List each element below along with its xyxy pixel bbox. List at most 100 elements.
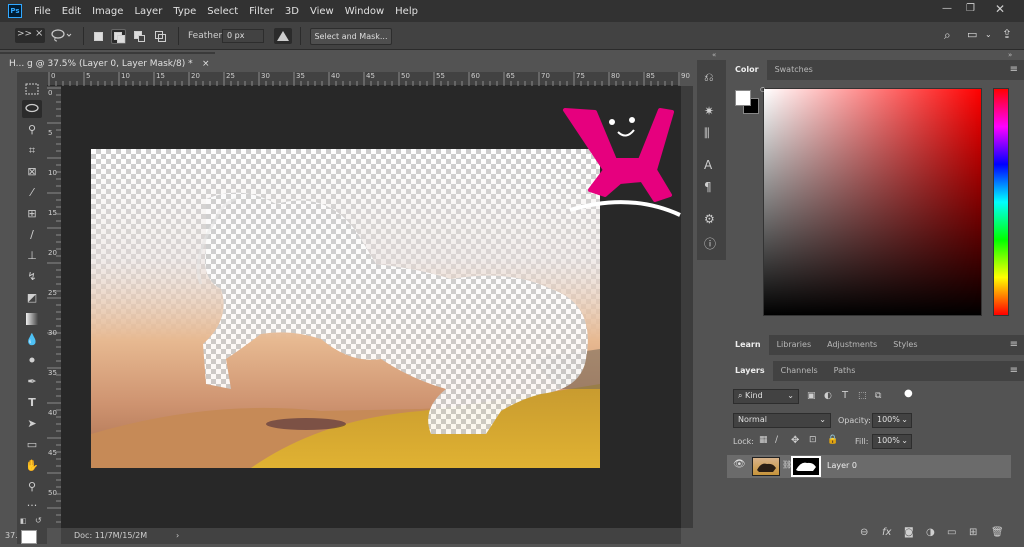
close-document-icon[interactable]: ×	[202, 54, 210, 72]
eyedropper-tool-icon[interactable]: ⁄	[22, 184, 42, 202]
type-tool-icon[interactable]: T	[22, 394, 42, 412]
learn-panel-menu-icon[interactable]: ≡	[1010, 339, 1018, 350]
tab-libraries[interactable]: Libraries	[769, 335, 820, 355]
crop-tool-icon[interactable]: ⌗	[22, 142, 42, 160]
minimize-icon[interactable]: —	[942, 3, 952, 14]
menu-image[interactable]: Image	[92, 6, 123, 17]
path-selection-tool-icon[interactable]: ➤	[22, 415, 42, 433]
search-icon[interactable]: ⌕	[944, 28, 951, 43]
image-canvas[interactable]	[91, 149, 600, 468]
select-and-mask-button[interactable]: Select and Mask...	[310, 28, 392, 45]
close-options-icon[interactable]: ×	[35, 28, 43, 39]
lock-artboard-icon[interactable]: ⊡	[809, 435, 817, 445]
menu-window[interactable]: Window	[345, 6, 384, 17]
add-selection-icon[interactable]	[111, 29, 126, 44]
foreground-color-chip[interactable]	[735, 90, 751, 106]
marquee-tool-icon[interactable]	[22, 80, 42, 98]
blend-mode-select[interactable]: Normal ⌄	[733, 413, 831, 428]
link-layers-icon[interactable]: ⊖	[860, 527, 868, 538]
close-icon[interactable]: ✕	[995, 2, 1005, 16]
character-panel-icon[interactable]: A	[704, 158, 712, 172]
zoom-tool-icon[interactable]: ⚲	[22, 478, 42, 496]
pen-tool-icon[interactable]: ✒	[22, 373, 42, 391]
document-tab[interactable]: H... g @ 37.5% (Layer 0, Layer Mask/8) *…	[0, 52, 215, 72]
menu-file[interactable]: File	[34, 6, 51, 17]
tab-adjustments[interactable]: Adjustments	[819, 335, 885, 355]
tool-preset-picker[interactable]: >> ×	[15, 28, 45, 43]
layer-filter-select[interactable]: ⌕ Kind ⌄	[733, 389, 799, 404]
vertical-scrollbar[interactable]	[681, 86, 693, 528]
healing-brush-tool-icon[interactable]: ⊞	[22, 205, 42, 223]
brush-tool-icon[interactable]: ∕	[22, 226, 42, 244]
eraser-tool-icon[interactable]: ◩	[22, 289, 42, 307]
paragraph-panel-icon[interactable]: ¶	[704, 180, 712, 194]
more-tools-icon[interactable]: ···	[22, 497, 42, 515]
delete-layer-icon[interactable]: 🗑	[991, 527, 1004, 538]
tab-styles[interactable]: Styles	[885, 335, 925, 355]
tab-swatches[interactable]: Swatches	[767, 60, 821, 80]
tab-learn[interactable]: Learn	[727, 335, 769, 355]
fill-input[interactable]: 100% ⌄	[872, 434, 912, 449]
history-panel-icon[interactable]: ⎌	[704, 70, 714, 85]
brush-settings-icon[interactable]: ✷	[704, 104, 714, 118]
status-menu-icon[interactable]: ›	[176, 528, 179, 544]
add-mask-icon[interactable]: ◙	[904, 527, 914, 538]
tab-paths[interactable]: Paths	[826, 361, 864, 381]
layer-thumbnail[interactable]	[752, 457, 780, 476]
menu-edit[interactable]: Edit	[62, 6, 81, 17]
intersect-selection-icon[interactable]	[153, 29, 168, 44]
swap-colors-icon[interactable]: ↺	[35, 516, 42, 525]
blur-tool-icon[interactable]: 💧	[22, 331, 42, 349]
group-layers-icon[interactable]: ▭	[947, 527, 956, 538]
menu-help[interactable]: Help	[395, 6, 418, 17]
filter-smart-object-icon[interactable]: ⧉	[875, 391, 881, 401]
adjustment-layer-icon[interactable]: ◑	[926, 527, 935, 538]
rectangle-tool-icon[interactable]: ▭	[22, 436, 42, 454]
brushes-panel-icon[interactable]: ⫼	[704, 126, 710, 141]
filter-pixel-icon[interactable]: ▣	[807, 391, 816, 401]
layer-visibility-eye-icon[interactable]: 👁	[733, 459, 746, 470]
collapse-panels-icon[interactable]: »	[1008, 51, 1012, 59]
color-panel-menu-icon[interactable]: ≡	[1010, 64, 1018, 75]
menu-select[interactable]: Select	[207, 6, 238, 17]
lock-position-icon[interactable]: ✥	[791, 435, 799, 446]
menu-view[interactable]: View	[310, 6, 334, 17]
layer-row[interactable]: 👁 ⛓ Layer 0	[727, 455, 1011, 478]
menu-layer[interactable]: Layer	[134, 6, 162, 17]
menu-3d[interactable]: 3D	[285, 6, 299, 17]
layer-name[interactable]: Layer 0	[827, 461, 857, 470]
collapse-strip-icon[interactable]: «	[712, 51, 716, 59]
new-selection-icon[interactable]	[91, 29, 106, 44]
history-brush-tool-icon[interactable]: ↯	[22, 268, 42, 286]
new-layer-icon[interactable]: ⊞	[969, 527, 977, 538]
tab-color[interactable]: Color	[727, 60, 767, 80]
color-field[interactable]	[763, 88, 982, 316]
foreground-color-swatch[interactable]	[21, 530, 37, 544]
properties-panel-icon[interactable]: ⚙	[704, 212, 715, 226]
hue-slider[interactable]	[993, 88, 1009, 316]
magic-wand-tool-icon[interactable]: ⚲	[22, 121, 42, 139]
lock-image-icon[interactable]: ∕	[775, 435, 778, 445]
menu-type[interactable]: Type	[173, 6, 196, 17]
feather-input[interactable]: 0 px	[222, 29, 264, 43]
filter-adjustment-icon[interactable]: ◐	[824, 391, 832, 401]
subtract-selection-icon[interactable]	[132, 29, 147, 44]
layers-panel-menu-icon[interactable]: ≡	[1010, 365, 1018, 376]
clone-stamp-tool-icon[interactable]: ⊥	[22, 247, 42, 265]
layer-style-icon[interactable]: fx	[882, 527, 891, 538]
dodge-tool-icon[interactable]: ⚫	[22, 352, 42, 370]
workspace-chevron-icon[interactable]: ⌄	[985, 30, 992, 39]
lock-transparent-icon[interactable]: ▦	[759, 435, 768, 445]
opacity-input[interactable]: 100% ⌄	[872, 413, 912, 428]
default-colors-icon[interactable]: ◧	[20, 517, 27, 525]
frame-tool-icon[interactable]: ⊠	[22, 163, 42, 181]
layer-mask-thumbnail[interactable]	[791, 456, 821, 477]
filter-type-icon[interactable]: T	[842, 390, 848, 401]
filter-toggle-icon[interactable]: ●	[904, 388, 913, 399]
lock-all-icon[interactable]: 🔒	[827, 435, 838, 445]
tab-layers[interactable]: Layers	[727, 361, 773, 381]
hand-tool-icon[interactable]: ✋	[22, 457, 42, 475]
lasso-preset-icon[interactable]	[50, 28, 72, 43]
gradient-tool-icon[interactable]	[22, 310, 42, 328]
menu-filter[interactable]: Filter	[249, 6, 274, 17]
